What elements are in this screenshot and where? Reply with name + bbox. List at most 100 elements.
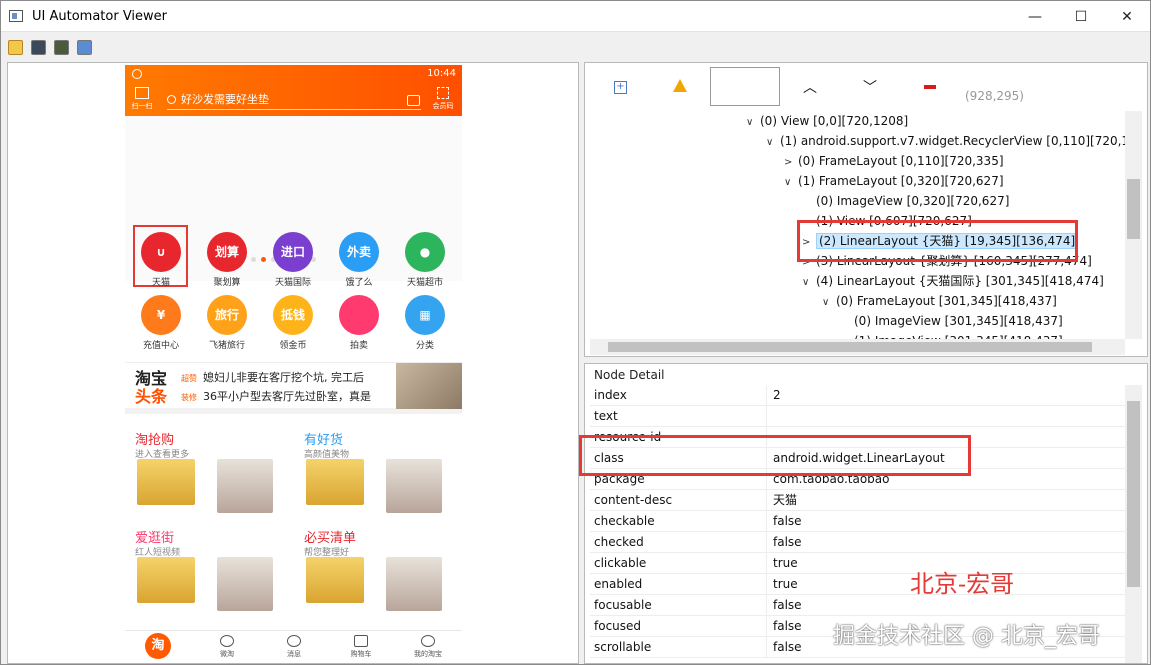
detail-key: enabled [594,577,643,591]
close-button[interactable]: ✕ [1104,1,1150,32]
tree-node[interactable]: ∨ (4) LinearLayout {天猫国际} [301,345][418,4… [802,272,1104,290]
cart-icon [354,635,368,647]
scan-button[interactable]: 扫一扫 [131,87,153,111]
category-icon: ● [405,232,445,272]
previous-button[interactable]: ︿ [803,77,817,97]
promo-card[interactable]: 爱逛街 红人短视频 [125,519,293,615]
category-icon: 抵钱 [273,295,313,335]
category-icon: ¥ [141,295,181,335]
tree-expander-icon[interactable]: ∨ [766,134,780,152]
detail-row[interactable]: checkable false [590,511,1125,532]
tree-expander-icon[interactable]: ∨ [822,294,836,312]
tree-node[interactable]: (0) ImageView [301,345][418,437] [840,312,1063,330]
minimize-button[interactable]: — [1012,1,1058,32]
promo-title: 有好货 [304,433,344,448]
tab-cart[interactable]: 购物车 [331,635,391,659]
category-icon-item[interactable]: ● 天猫超市 [392,232,458,288]
open-folder-icon[interactable] [8,40,23,55]
category-label: 领金币 [279,341,307,351]
promo-card[interactable]: 有好货 高颜值美物 [294,421,462,517]
detail-key: focusable [594,598,652,612]
category-icon-item[interactable]: 旅行 飞猪旅行 [194,295,260,351]
qr-code-icon [437,87,449,99]
node-detail-title: Node Detail [594,368,665,382]
detail-value: false [773,640,802,654]
tree-node[interactable]: (0) ImageView [0,320][720,627] [802,192,1009,210]
detail-row[interactable]: enabled true [590,574,1125,595]
tree-node[interactable]: ∨ (1) android.support.v7.widget.RecyclerV… [766,132,1125,150]
detail-value: true [773,556,798,570]
watermark-red: 北京-宏哥 [910,570,1015,598]
product-image [217,459,273,513]
next-button[interactable]: ﹀ [863,77,877,97]
member-code-label: 会员码 [432,102,454,110]
device-screenshot-icon[interactable] [31,40,46,55]
tree-expander-icon[interactable]: ∨ [802,274,816,292]
category-icon-item[interactable]: 划算 聚划算 [194,232,260,288]
tab-messages[interactable]: 消息 [264,635,324,659]
taobao-headlines[interactable]: 淘宝 头条 超赞 媳妇儿非要在客厅挖个坑, 完工后 装修 36平小户型去客厅先过卧室，… [125,362,462,414]
detail-row[interactable]: clickable true [590,553,1125,574]
headline-item[interactable]: 超赞 媳妇儿非要在客厅挖个坑, 完工后 [181,369,364,385]
tab-my-taobao[interactable]: 我的淘宝 [398,635,458,659]
tree-node[interactable]: ∨ (1) FrameLayout [0,320][720,627] [784,172,1004,190]
promo-card[interactable]: 淘抢购 进入查看更多 [125,421,293,517]
category-icon-item[interactable]: 拍卖 [326,295,392,351]
phone-search-bar[interactable]: 好沙发需要好坐垫 [167,92,421,110]
save-icon[interactable] [77,40,92,55]
device-screenshot[interactable]: 10:44 扫一扫 好沙发需要好坐垫 会员码 ∪ 天猫 划算 聚划算 进口 天猫国际 外卖饿… [125,65,462,663]
detail-row[interactable]: text [590,406,1125,427]
warning-icon[interactable] [673,79,687,92]
tree-node[interactable]: (1) ImageView [301,345][418,437] [840,332,1063,339]
tab-home[interactable]: 淘 [128,633,188,659]
tree-node[interactable]: ∨ (0) FrameLayout [301,345][418,437] [822,292,1057,310]
headline-logo: 淘宝 头条 [135,369,168,406]
camera-icon[interactable] [407,95,420,106]
product-image [386,459,442,513]
tree-expander-icon[interactable]: ∨ [746,114,760,132]
tree-vertical-scrollbar[interactable] [1125,111,1142,339]
title-bar: UI Automator Viewer — ☐ ✕ [1,1,1150,32]
detail-vertical-scrollbar[interactable] [1125,385,1142,663]
tab-weitao[interactable]: 微淘 [197,635,257,659]
category-icon-item[interactable]: 抵钱 领金币 [260,295,326,351]
tree-node[interactable]: ∨ (0) View [0,0][720,1208] [746,112,908,130]
product-image [137,557,195,603]
category-icon-item[interactable]: ¥ 充值中心 [128,295,194,351]
detail-row[interactable]: focusable false [590,595,1125,616]
expand-all-icon[interactable]: + [614,81,627,94]
category-label: 饿了么 [345,278,373,288]
category-label: 分类 [415,341,434,351]
headline-item[interactable]: 装修 36平小户型去客厅先过卧室，真是 [181,388,371,404]
category-icon-item[interactable]: ∪ 天猫 [128,232,194,288]
tree-horizontal-scrollbar[interactable] [590,339,1125,355]
tree-node-label: (1) FrameLayout [0,320][720,627] [798,174,1004,188]
detail-row[interactable]: content-desc 天猫 [590,490,1125,511]
category-icon-item[interactable]: ▦ 分类 [392,295,458,351]
category-icon: 进口 [273,232,313,272]
detail-row[interactable]: index 2 [590,385,1125,406]
category-icon-item[interactable]: 外卖 饿了么 [326,232,392,288]
tree-expander-icon[interactable]: > [784,154,798,172]
tree-node[interactable]: > (0) FrameLayout [0,110][720,335] [784,152,1004,170]
detail-value: 天猫 [773,493,798,507]
category-label: 天猫 [151,278,170,288]
device-screenshot-compressed-icon[interactable] [54,40,69,55]
tree-expander-icon[interactable]: ∨ [784,174,798,192]
promo-card[interactable]: 必买清单 帮您整理好 [294,519,462,615]
category-label: 天猫超市 [406,278,443,288]
phone-tab-bar: 淘 微淘 消息 购物车 我的淘宝 [125,630,462,663]
clear-icon[interactable] [924,85,936,89]
maximize-button[interactable]: ☐ [1058,1,1104,32]
node-search-input[interactable] [710,67,780,106]
product-image [137,459,195,505]
category-icon-item[interactable]: 进口 天猫国际 [260,232,326,288]
window-title: UI Automator Viewer [32,9,168,24]
member-code-button[interactable]: 会员码 [430,87,456,111]
tree-node-label: (4) LinearLayout {天猫国际} [301,345][418,47… [816,274,1104,288]
status-time: 10:44 [427,68,456,79]
detail-row[interactable]: checked false [590,532,1125,553]
scan-icon [135,87,149,99]
tree-node-label: (0) ImageView [301,345][418,437] [854,314,1063,328]
detail-value: false [773,598,802,612]
